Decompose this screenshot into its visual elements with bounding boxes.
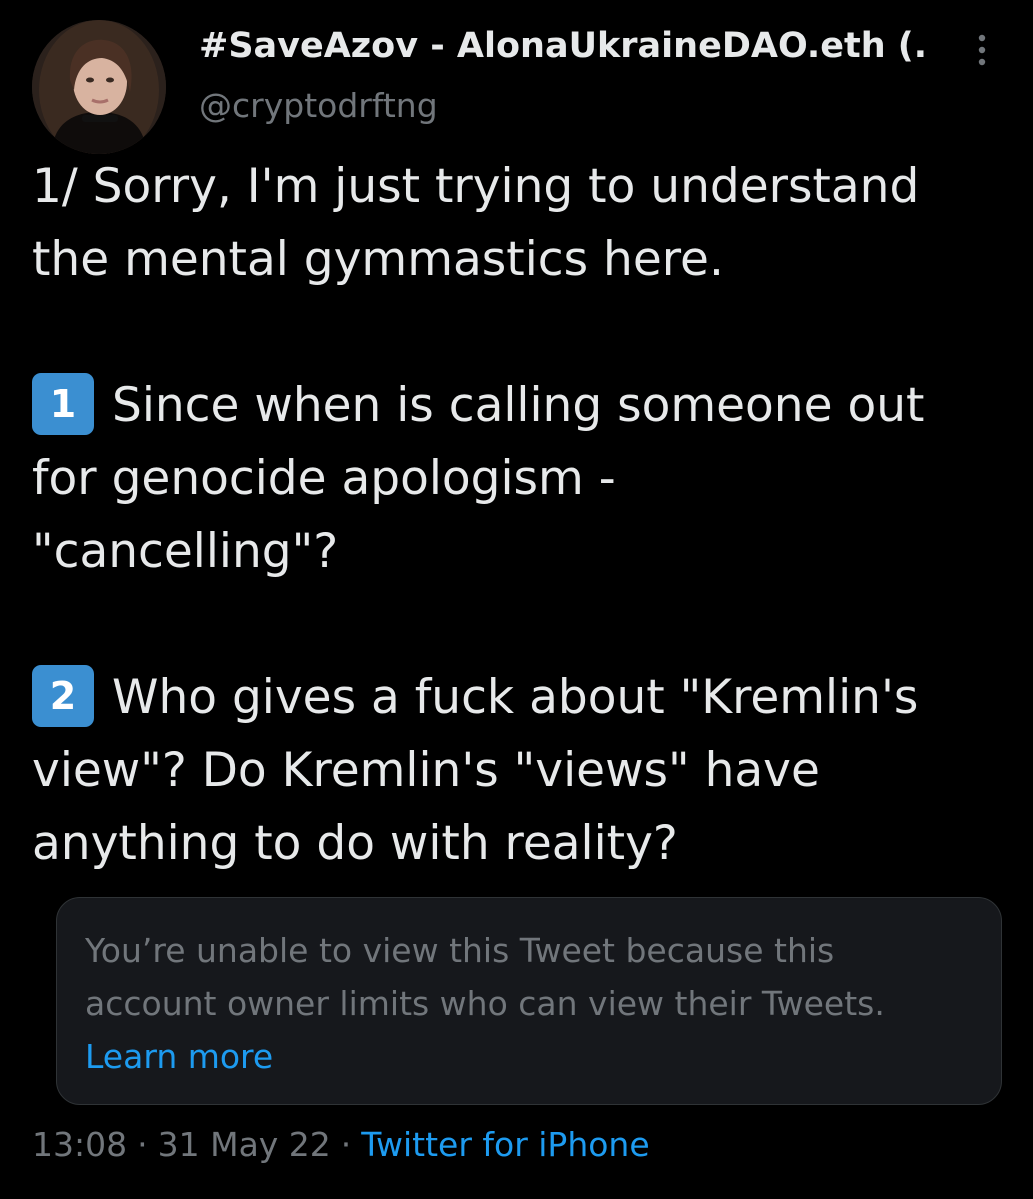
more-options-button[interactable] <box>962 30 1002 70</box>
tweet-time[interactable]: 13:08 <box>32 1125 127 1164</box>
tweet-line: anything to do with reality? <box>32 816 678 871</box>
point-one-line: 1 Since when is calling someone out <box>32 369 1017 442</box>
point-one-text: Since when is calling someone out <box>112 378 925 433</box>
author-display-name[interactable]: #SaveAzov - AlonaUkraineDAO.eth (... <box>199 24 929 68</box>
unavailable-quote-card[interactable]: You’re unable to view this Tweet because… <box>56 897 1002 1105</box>
vertical-ellipsis-icon <box>978 34 986 66</box>
quote-notice-line: You’re unable to view this Tweet because… <box>85 931 835 970</box>
learn-more-link[interactable]: Learn more <box>85 1030 273 1083</box>
tweet-line: view"? Do Kremlin's "views" have <box>32 743 820 798</box>
tweet-source-link[interactable]: Twitter for iPhone <box>361 1125 649 1164</box>
point-two-line: 2 Who gives a fuck about "Kremlin's <box>32 661 1017 734</box>
quote-notice-line: account owner limits who can view their … <box>85 984 885 1023</box>
profile-photo <box>32 20 166 154</box>
tweet-date[interactable]: 31 May 22 <box>158 1125 331 1164</box>
tweet-line: 1/ Sorry, I'm just trying to understand <box>32 159 920 214</box>
tweet-meta: 13:08 · 31 May 22 · Twitter for iPhone <box>32 1120 650 1170</box>
keycap-two-icon: 2 <box>32 665 94 727</box>
tweet-text: 1/ Sorry, I'm just trying to understand … <box>32 150 1017 880</box>
meta-separator: · <box>137 1125 148 1164</box>
keycap-one-icon: 1 <box>32 373 94 435</box>
avatar[interactable] <box>32 20 166 154</box>
meta-separator: · <box>340 1125 352 1164</box>
author-handle[interactable]: @cryptodrftng <box>199 84 438 128</box>
tweet-line: the mental gymmastics here. <box>32 232 724 287</box>
tweet-line: for genocide apologism - <box>32 451 616 506</box>
point-two-text: Who gives a fuck about "Kremlin's <box>112 670 919 725</box>
tweet-line: "cancelling"? <box>32 524 339 579</box>
